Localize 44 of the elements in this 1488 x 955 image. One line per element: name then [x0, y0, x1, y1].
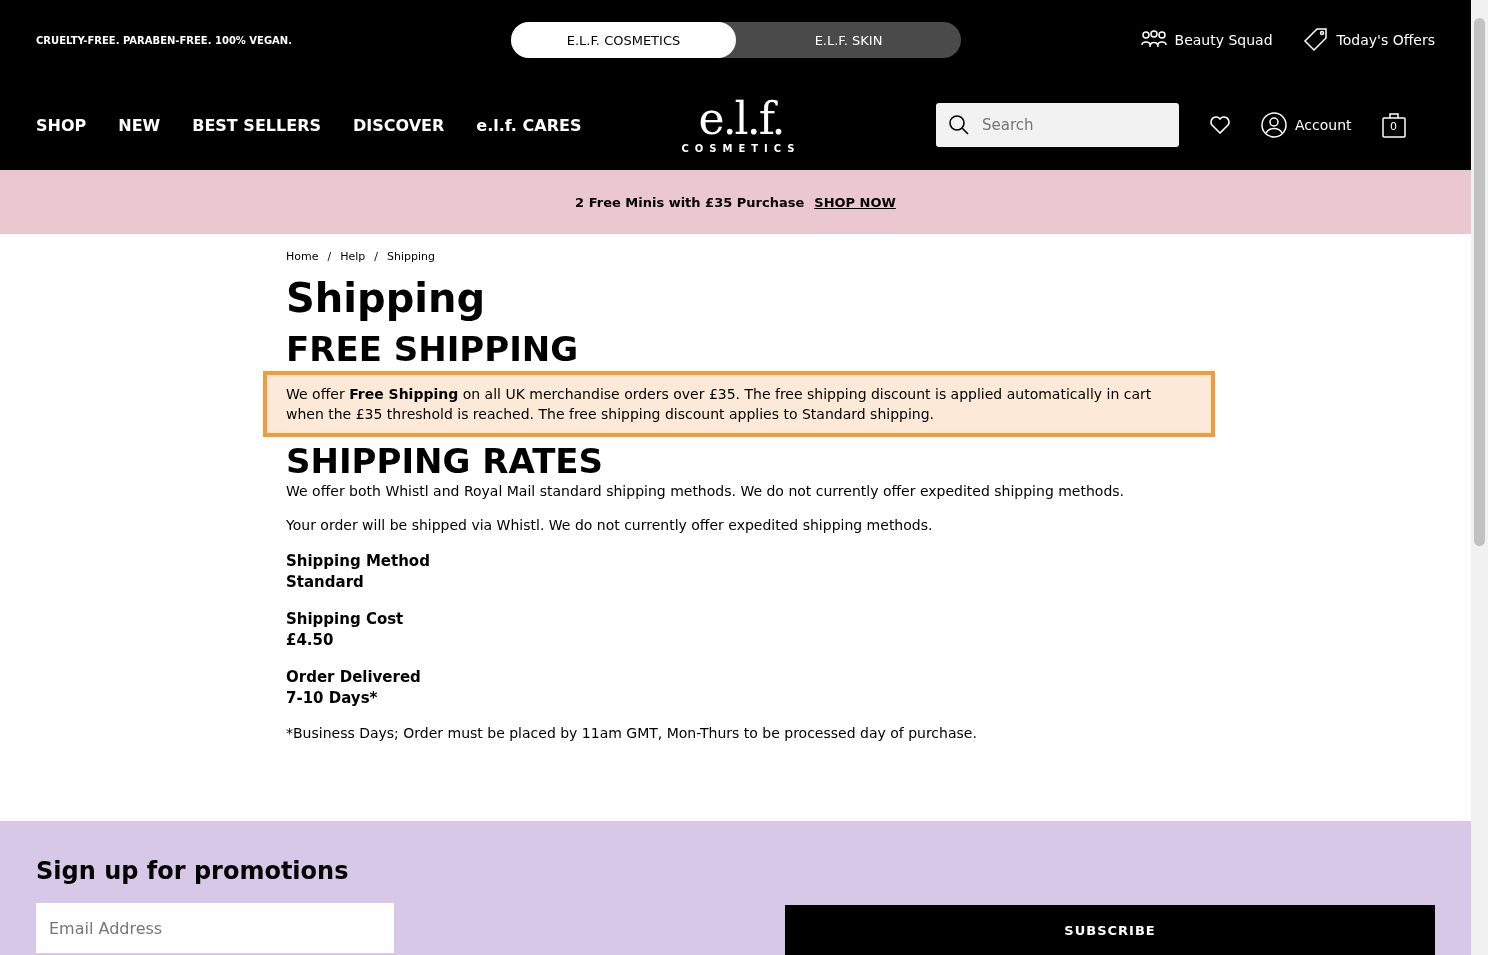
- utility-link[interactable]: Beauty Squad: [1140, 30, 1273, 50]
- detail-label: Shipping Cost: [286, 609, 405, 630]
- tagline: CRUELTY-FREE. PARABEN-FREE. 100% VEGAN.: [36, 34, 294, 46]
- cart-count: 0: [1389, 120, 1399, 133]
- price-tag-icon: [1302, 27, 1329, 53]
- section-heading: FREE SHIPPING: [286, 329, 580, 369]
- nav-link[interactable]: SHOP: [36, 115, 87, 135]
- paragraph: We offer both Whistl and Royal Mail standard shipping methods. We do not currently offer expedited shipping methods.: [286, 482, 1126, 501]
- shop-now-link[interactable]: SHOP NOW: [814, 194, 896, 210]
- detail-value: £4.50: [286, 630, 335, 651]
- nav-link[interactable]: DISCOVER: [352, 115, 445, 135]
- signup-title: Sign up for promotions: [36, 857, 350, 885]
- email-field[interactable]: Email Address: [36, 903, 394, 953]
- breadcrumb-link[interactable]: Home: [286, 250, 319, 263]
- paragraph: Your order will be shipped via Whistl. We do not currently offer expedited shipping methods.: [286, 516, 934, 535]
- nav-link[interactable]: NEW: [118, 115, 161, 135]
- utility-link[interactable]: Today's Offers: [1302, 27, 1435, 53]
- brand-tab[interactable]: E.L.F. SKIN: [736, 22, 961, 58]
- breadcrumb-separator: /: [374, 250, 378, 263]
- nav-link[interactable]: e.l.f. CARES: [476, 115, 582, 135]
- promo-text: 2 Free Minis with £35 Purchase: [575, 194, 805, 210]
- subscribe-button[interactable]: SUBSCRIBE: [785, 905, 1435, 955]
- section-heading: SHIPPING RATES: [286, 441, 605, 481]
- breadcrumb-link[interactable]: Shipping: [387, 250, 435, 263]
- paragraph: *Business Days; Order must be placed by 11am GMT, Mon-Thurs to be processed day of purchase.: [286, 724, 978, 743]
- detail-value: 7-10 Days*: [286, 688, 379, 709]
- detail-label: Order Delivered: [286, 667, 422, 688]
- search-field[interactable]: Search: [936, 103, 1179, 147]
- group-icon: [1140, 30, 1167, 50]
- breadcrumb-link[interactable]: Help: [340, 250, 366, 263]
- highlighted-paragraph: We offer Free Shipping on all UK merchandise orders over £35. The free shipping discount is applied automatically in cart when the £35 threshold is reached. The free shipping discount applies to Standard shipping.: [263, 371, 1215, 437]
- logo-mark[interactable]: e.l.f.: [698, 96, 784, 141]
- user-icon: [1261, 112, 1287, 138]
- nav-link[interactable]: BEST SELLERS: [192, 115, 321, 135]
- brand-tab[interactable]: E.L.F. COSMETICS: [511, 22, 736, 58]
- page-title: Shipping: [286, 275, 487, 321]
- scrollbar[interactable]: [1471, 0, 1488, 955]
- heart-icon[interactable]: [1209, 115, 1231, 135]
- breadcrumb-separator: /: [327, 250, 332, 263]
- detail-value: Standard: [286, 572, 365, 593]
- detail-label: Shipping Method: [286, 551, 431, 572]
- account-link[interactable]: Account: [1261, 112, 1352, 138]
- logo-wordmark[interactable]: COSMETICS: [681, 142, 801, 154]
- search-icon: [948, 114, 970, 136]
